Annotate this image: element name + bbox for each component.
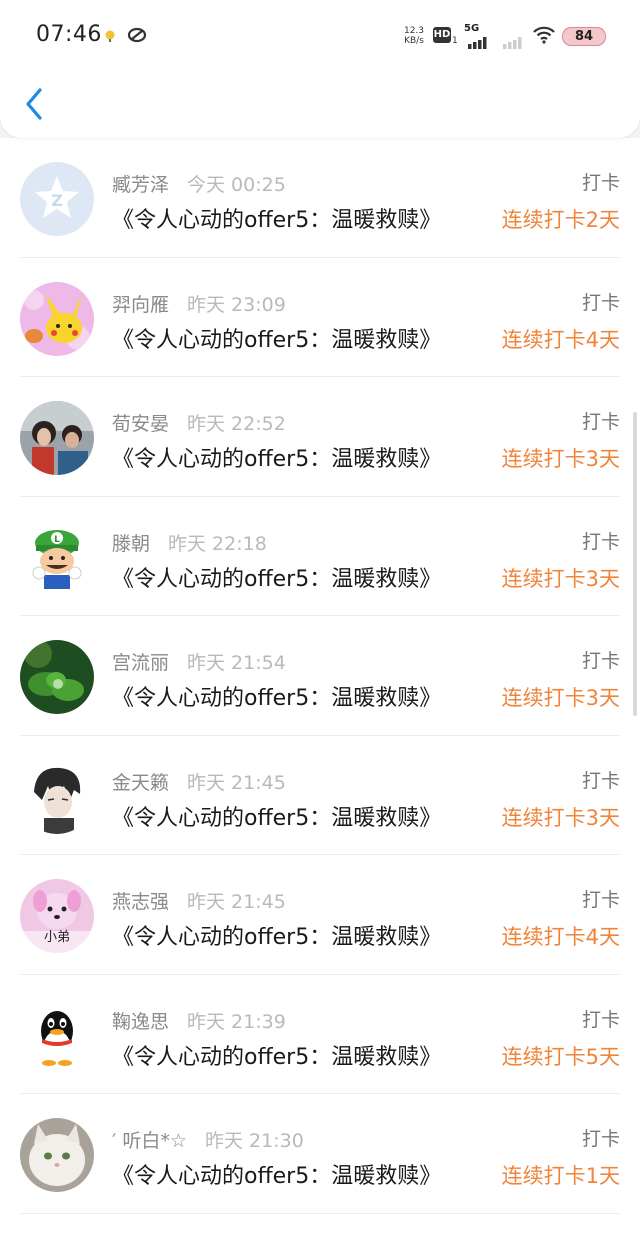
show-title[interactable]: 《令人心动的offer5：温暖救赎》 [112, 322, 441, 354]
user-name[interactable]: 燕志强 [112, 887, 169, 914]
back-button[interactable] [20, 84, 52, 124]
qq-penguin-avatar[interactable] [20, 998, 94, 1073]
user-name[interactable]: 金天籁 [112, 768, 169, 795]
show-title[interactable]: 《令人心动的offer5：温暖救赎》 [112, 919, 441, 951]
user-name[interactable]: 鞠逸思 [112, 1007, 169, 1034]
network-type: 5G [464, 23, 480, 34]
checkin-tag: 打卡 [581, 530, 620, 553]
show-title[interactable]: 《令人心动的offer5：温暖救赎》 [112, 202, 441, 234]
leaf-droplet-avatar[interactable] [20, 640, 94, 714]
top-header: 07:46 12.3 KB/s HD 1 5G 84 [0, 0, 640, 138]
checkin-streak: 连续打卡5天 [501, 1044, 620, 1069]
list-item[interactable]: 小弟 燕志强 昨天 21:45 《令人心动的offer5：温暖救赎》 打卡连续打卡4天 [0, 855, 640, 975]
list-item[interactable]: 荀安晏 昨天 22:52 《令人心动的offer5：温暖救赎》 打卡连续打卡3天 [0, 377, 640, 497]
signal-strength-icon [468, 34, 490, 53]
checkin-time: 昨天 22:52 [187, 413, 286, 435]
app-status-icon [127, 26, 147, 48]
signal-strength-empty-icon [503, 34, 525, 53]
checkin-time: 昨天 21:54 [187, 652, 286, 674]
couple-photo-avatar[interactable] [20, 401, 94, 475]
checkin-time: 昨天 23:09 [187, 293, 286, 316]
checkin-tag: 打卡 [581, 411, 620, 433]
checkin-time: 昨天 21:30 [205, 1130, 304, 1152]
checkin-time: 昨天 22:18 [168, 532, 267, 555]
checkin-tag: 打卡 [581, 1008, 620, 1031]
status-time: 07:46 [36, 22, 102, 47]
checkin-streak: 连续打卡4天 [501, 327, 620, 352]
list-item[interactable]: 金天籁 昨天 21:45 《令人心动的offer5：温暖救赎》 打卡连续打卡3天 [0, 736, 640, 855]
user-name[interactable]: 滕朝 [112, 529, 150, 556]
network-speed-value: 12.3 [403, 26, 425, 36]
user-name[interactable]: 臧芳泽 [112, 170, 169, 197]
network-speed: 12.3 KB/s [398, 26, 430, 46]
svg-text:Z: Z [51, 191, 63, 210]
show-title[interactable]: 《令人心动的offer5：温暖救赎》 [112, 1158, 441, 1190]
list-item[interactable]: 鞠逸思 昨天 21:39 《令人心动的offer5：温暖救赎》 打卡连续打卡5天 [0, 975, 640, 1094]
checkin-streak: 连续打卡3天 [501, 686, 620, 710]
notification-icon [103, 28, 117, 47]
checkin-streak: 连续打卡3天 [501, 447, 620, 471]
show-title[interactable]: 《令人心动的offer5：温暖救赎》 [112, 800, 441, 832]
hd-sub: 1 [452, 36, 458, 46]
wifi-icon [533, 26, 555, 48]
list-item[interactable]: 羿向雁 昨天 23:09 《令人心动的offer5：温暖救赎》 打卡连续打卡4天 [0, 258, 640, 377]
list-item[interactable]: 宫流丽 昨天 21:54 《令人心动的offer5：温暖救赎》 打卡连续打卡3天 [0, 616, 640, 736]
show-title[interactable]: 《令人心动的offer5：温暖救赎》 [112, 1039, 441, 1071]
list-item[interactable]: ′ 听白*☆ 昨天 21:30 《令人心动的offer5：温暖救赎》 打卡连续打卡1天 [0, 1094, 640, 1214]
user-name[interactable]: ′ 听白*☆ [112, 1126, 187, 1153]
row-divider [20, 1212, 620, 1214]
user-name[interactable]: 宫流丽 [112, 648, 169, 675]
chevron-left-icon [26, 88, 42, 120]
show-title[interactable]: 《令人心动的offer5：温暖救赎》 [112, 561, 441, 593]
list-item[interactable]: L 滕朝 昨天 22:18 《令人心动的offer5：温暖救赎》 打卡连续打卡3天 [0, 497, 640, 616]
checkin-time: 今天 00:25 [187, 174, 286, 196]
checkin-tag: 打卡 [581, 172, 620, 194]
battery-indicator: 84 [562, 27, 606, 46]
checkin-streak: 连续打卡1天 [501, 1164, 620, 1188]
qq-zone-logo-avatar[interactable]: Z [20, 162, 94, 236]
hd-badge: HD [433, 27, 451, 43]
luigi-avatar[interactable]: L [20, 520, 94, 595]
checkin-tag: 打卡 [581, 650, 620, 672]
user-name[interactable]: 荀安晏 [112, 409, 169, 436]
checkin-time: 昨天 21:45 [187, 771, 286, 794]
checkin-tag: 打卡 [581, 291, 620, 314]
network-speed-unit: KB/s [404, 36, 424, 46]
checkin-tag: 打卡 [581, 769, 620, 792]
checkin-list: Z 臧芳泽 今天 00:25 《令人心动的offer5：温暖救赎》 打卡 连续打卡2天 羿向… [0, 138, 640, 1245]
checkin-time: 昨天 21:45 [187, 891, 286, 913]
scrollbar[interactable] [633, 412, 637, 716]
user-name[interactable]: 羿向雁 [112, 290, 169, 317]
checkin-tag: 打卡 [581, 889, 620, 911]
checkin-streak: 连续打卡3天 [501, 566, 620, 591]
avatar-caption: 小弟 [43, 930, 70, 945]
list-item[interactable]: Z 臧芳泽 今天 00:25 《令人心动的offer5：温暖救赎》 打卡连续打卡2天 [0, 138, 640, 258]
anime-boy-avatar[interactable] [20, 759, 94, 834]
show-title[interactable]: 《令人心动的offer5：温暖救赎》 [112, 680, 441, 712]
white-cat-avatar[interactable] [20, 1118, 94, 1192]
checkin-streak: 连续打卡2天 [501, 208, 620, 232]
show-title[interactable]: 《令人心动的offer5：温暖救赎》 [112, 441, 441, 473]
checkin-time: 昨天 21:39 [187, 1010, 286, 1033]
pikachu-avatar[interactable] [20, 281, 94, 356]
svg-text:L: L [54, 535, 60, 545]
checkin-tag: 打卡 [581, 1128, 620, 1150]
checkin-streak: 连续打卡3天 [501, 805, 620, 830]
status-bar: 07:46 12.3 KB/s HD 1 5G 84 [0, 0, 640, 72]
checkin-streak: 连续打卡4天 [501, 925, 620, 949]
pink-puppy-avatar[interactable]: 小弟 [20, 879, 94, 953]
